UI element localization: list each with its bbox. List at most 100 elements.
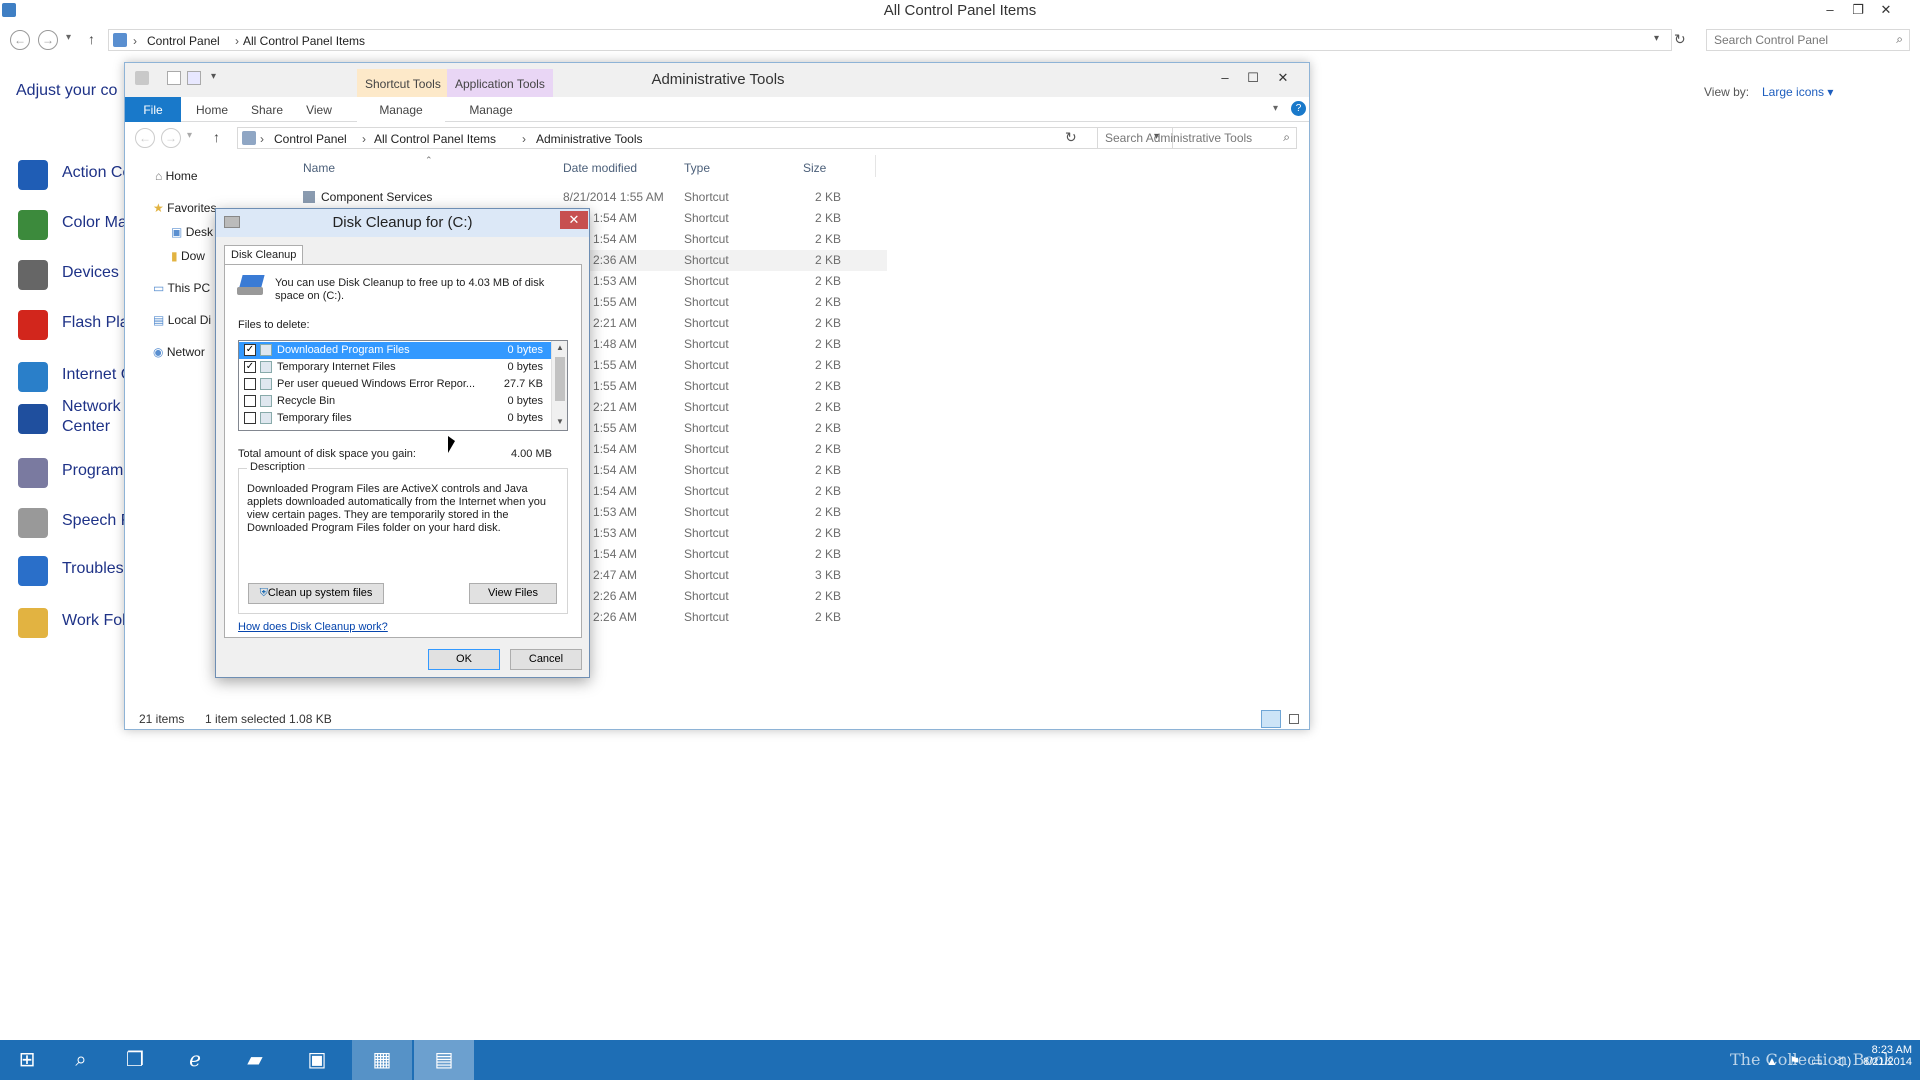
list-item[interactable]: Per user queued Windows Error Repor... 27… — [239, 376, 551, 393]
control-panel-item[interactable]: Work Fol — [18, 604, 128, 644]
forward-button[interactable]: → — [38, 30, 58, 50]
file-explorer-icon[interactable]: ▰ — [228, 1040, 282, 1080]
close-icon[interactable]: ✕ — [1872, 1, 1900, 19]
nav-local-disk[interactable]: ▤ Local Di — [153, 313, 211, 327]
tray-icons[interactable]: ▲ ⚑ ▭ ◁) — [1766, 1054, 1855, 1068]
file-name: Component Services — [321, 190, 433, 204]
breadcrumb-control-panel[interactable]: Control Panel — [274, 132, 347, 146]
flag-icon — [18, 160, 48, 190]
back-button[interactable]: ← — [135, 128, 155, 148]
control-panel-item[interactable]: Speech R — [18, 504, 132, 544]
control-panel-item[interactable]: Action Ce — [18, 156, 131, 196]
disk-cleanup-taskbar-icon[interactable]: ▤ — [414, 1040, 474, 1080]
ok-button[interactable]: OK — [428, 649, 500, 670]
list-item[interactable]: ✓ Temporary Internet Files 0 bytes — [239, 359, 551, 376]
close-icon[interactable]: ✕ — [1269, 69, 1297, 87]
nav-downloads[interactable]: ▮ Dow — [171, 249, 205, 263]
list-item[interactable]: Recycle Bin 0 bytes — [239, 393, 551, 410]
scroll-down-icon[interactable]: ▼ — [556, 417, 564, 426]
file-category-name: Temporary Internet Files — [277, 361, 396, 373]
ribbon-expand-icon[interactable]: ▾ — [1273, 103, 1278, 114]
home-icon: ⌂ — [155, 169, 163, 183]
maximize-icon[interactable]: ☐ — [1239, 69, 1267, 87]
search-icon[interactable]: ⌕ — [54, 1040, 108, 1080]
up-icon[interactable]: ↑ — [88, 31, 95, 47]
clean-up-system-files-button[interactable]: ⛨Clean up system files — [248, 583, 384, 604]
nav-home[interactable]: ⌂ Home — [155, 169, 198, 183]
tab-manage-shortcut[interactable]: Manage — [357, 97, 445, 122]
view-by-dropdown[interactable]: Large icons ▾ — [1762, 85, 1833, 99]
recent-dropdown-icon[interactable]: ▾ — [66, 32, 71, 43]
control-panel-item[interactable]: Devices a — [18, 256, 132, 296]
control-panel-item[interactable]: Flash Pla — [18, 306, 129, 346]
files-to-delete-list[interactable]: ✓ Downloaded Program Files 0 bytes ✓ Tempora… — [238, 340, 568, 431]
search-admin-tools-input[interactable]: Search Administrative Tools ⌕ — [1097, 127, 1297, 149]
nav-favorites[interactable]: ★ Favorites — [153, 201, 216, 215]
tab-view[interactable]: View — [293, 97, 345, 122]
refresh-icon[interactable]: ↻ — [1065, 129, 1077, 146]
nav-network[interactable]: ◉ Networ — [153, 345, 205, 359]
admin-address-bar[interactable]: › Control Panel › All Control Panel Item… — [237, 127, 1173, 149]
file-category-size: 0 bytes — [507, 361, 543, 373]
tab-file[interactable]: File — [125, 97, 181, 122]
start-button[interactable]: ⊞ — [0, 1040, 54, 1080]
dialog-titlebar: Disk Cleanup for (C:) ✕ — [216, 209, 589, 237]
address-dropdown-icon[interactable]: ▾ — [1654, 33, 1659, 44]
breadcrumb-all-items[interactable]: All Control Panel Items — [374, 132, 496, 146]
nav-desktop[interactable]: ▣ Desk — [171, 225, 213, 239]
help-link[interactable]: How does Disk Cleanup work? — [238, 621, 388, 633]
restore-icon[interactable]: ❐ — [1844, 1, 1872, 19]
column-name[interactable]: Name — [303, 161, 335, 175]
control-panel-item[interactable]: Network Center — [18, 398, 128, 440]
clock[interactable]: 8:23 AM 8/21/2014 — [1852, 1044, 1912, 1068]
file-checkbox[interactable] — [244, 378, 256, 390]
minimize-icon[interactable]: – — [1211, 69, 1239, 87]
scroll-thumb[interactable] — [555, 357, 565, 401]
nav-this-pc[interactable]: ▭ This PC — [153, 281, 210, 295]
column-size[interactable]: Size — [803, 161, 826, 175]
file-checkbox[interactable]: ✓ — [244, 361, 256, 373]
refresh-icon[interactable]: ↻ — [1674, 31, 1686, 48]
column-divider — [875, 155, 876, 177]
breadcrumb-control-panel[interactable]: Control Panel — [147, 34, 220, 48]
list-item[interactable]: ✓ Downloaded Program Files 0 bytes — [239, 342, 551, 359]
file-checkbox[interactable]: ✓ — [244, 344, 256, 356]
large-icons-view-icon[interactable] — [1285, 710, 1303, 728]
column-date-modified[interactable]: Date modified — [563, 161, 637, 175]
tab-manage-application[interactable]: Manage — [447, 97, 535, 122]
details-view-icon[interactable] — [1261, 710, 1281, 728]
forward-button[interactable]: → — [161, 128, 181, 148]
scroll-up-icon[interactable]: ▲ — [556, 343, 564, 352]
column-type[interactable]: Type — [684, 161, 710, 175]
table-row[interactable]: Component Services 8/21/2014 1:55 AM Short… — [295, 187, 887, 208]
list-scrollbar[interactable]: ▲ ▼ — [551, 341, 567, 430]
breadcrumb-all-items[interactable]: All Control Panel Items — [243, 34, 365, 48]
tab-share[interactable]: Share — [241, 97, 293, 122]
file-type: Shortcut — [684, 505, 729, 519]
control-panel-item[interactable]: Troublesl — [18, 552, 128, 592]
recent-dropdown-icon[interactable]: ▾ — [187, 130, 192, 141]
tab-home[interactable]: Home — [183, 97, 241, 122]
internet-explorer-icon[interactable]: ℯ — [168, 1040, 222, 1080]
file-checkbox[interactable] — [244, 412, 256, 424]
task-view-icon[interactable]: ❐ — [108, 1040, 162, 1080]
control-panel-taskbar-icon[interactable]: ▦ — [352, 1040, 412, 1080]
cancel-button[interactable]: Cancel — [510, 649, 582, 670]
dialog-close-button[interactable]: ✕ — [560, 211, 588, 229]
tab-disk-cleanup[interactable]: Disk Cleanup — [224, 245, 304, 265]
address-bar[interactable]: › Control Panel › All Control Panel Item… — [108, 29, 1672, 51]
list-item[interactable]: Temporary files 0 bytes — [239, 410, 551, 427]
dialog-title: Disk Cleanup for (C:) — [332, 214, 473, 231]
control-panel-item[interactable]: Program — [18, 454, 128, 494]
view-files-button[interactable]: View Files — [469, 583, 557, 604]
control-panel-item[interactable]: Color Ma — [18, 206, 128, 246]
search-control-panel-input[interactable]: Search Control Panel ⌕ — [1706, 29, 1910, 51]
help-icon[interactable]: ? — [1291, 101, 1306, 116]
file-checkbox[interactable] — [244, 395, 256, 407]
up-icon[interactable]: ↑ — [213, 129, 220, 145]
back-button[interactable]: ← — [10, 30, 30, 50]
store-icon[interactable]: ▣ — [290, 1040, 344, 1080]
control-panel-item[interactable]: Internet C — [18, 358, 132, 398]
minimize-icon[interactable]: – — [1816, 1, 1844, 19]
breadcrumb-admin-tools[interactable]: Administrative Tools — [536, 132, 643, 146]
